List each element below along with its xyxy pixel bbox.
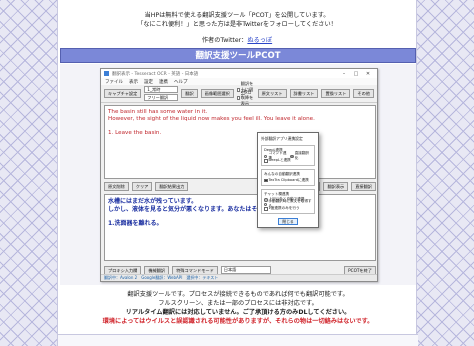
page-column: 当HPは無料で使える翻訳支援ツール「PCOT」を公開しています。 「なにこれ便利… [57, 0, 418, 346]
app-window: 翻訳表示 - Tesseract OCR - 英語 - 日本語 – □ ✕ ファ… [100, 68, 378, 282]
close-icon[interactable]: ✕ [362, 71, 374, 77]
menu-settings[interactable]: 設定 [144, 79, 153, 85]
textra-group: みんなの自動翻訳連携 TexTra Clipboardに連携 [261, 169, 315, 186]
intro-line-2: 「なにこれ便利！」と思った方は是非Twitterをフォローしてください！ [137, 21, 337, 28]
target-text-pane[interactable]: 水槽にはまだ水が残っています。 しかし、液体を見ると気分が悪くなります。あなたは… [104, 194, 376, 261]
show-second-label: 2枚目以降を表示 [240, 88, 254, 106]
show-second-box[interactable] [236, 95, 240, 100]
author-twitter-link[interactable]: ぬるっぽ [247, 37, 272, 44]
status-translating: 翻訳中：Avalon 2 [104, 275, 138, 280]
show-translation-button[interactable]: 翻訳表示 [323, 182, 349, 191]
deepl-command-radio[interactable] [264, 154, 268, 158]
chat-label: チャット欄連携 [264, 191, 290, 196]
capture-settings-button[interactable]: キャプチャ設定 [104, 89, 142, 98]
toolbar-checkboxes: 翻訳を上に固定 2枚目以降を表示 [236, 81, 255, 106]
chat-radio-2[interactable] [264, 202, 268, 206]
replace-list-button[interactable]: 置換リスト [321, 89, 351, 98]
textra-checkbox[interactable] [264, 178, 268, 182]
chat-option-3-label: 1度連携のみを行う [268, 206, 300, 211]
menu-help[interactable]: ヘルプ [174, 79, 188, 85]
deepl-group: DeepL連携 コマンド連携 直接翻訳化 DeepLと連携 [261, 145, 315, 166]
deepl-direct-label: 直接翻訳化 [294, 151, 310, 161]
author-prefix: 作者のTwitter： [201, 37, 248, 44]
dialog-title: 外部翻訳アプリ連携設定 [261, 136, 303, 141]
page-bottom-strip [58, 334, 418, 346]
status-google: Google翻訳：WebAPI [141, 275, 183, 280]
menu-link[interactable]: 連携 [159, 79, 168, 85]
external-app-dialog: 外部翻訳アプリ連携設定 DeepL連携 コマンド連携 直接翻訳化 DeepLと連… [257, 132, 319, 228]
output-result-button[interactable]: 翻訳結果出力 [155, 182, 189, 191]
screenshot-area: 翻訳表示 - Tesseract OCR - 英語 - 日本語 – □ ✕ ファ… [60, 64, 416, 285]
intro-block: 当HPは無料で使える翻訳支援ツール「PCOT」を公開しています。 「なにこれ便利… [58, 0, 416, 45]
chat-radio-1[interactable] [264, 198, 268, 202]
menu-view[interactable]: 表示 [129, 79, 138, 85]
menubar: ファイル 表示 設定 連携 ヘルプ [101, 78, 377, 85]
capture-area-button[interactable]: 画像範囲選択 [200, 89, 234, 98]
textra-checkbox-label: TexTra Clipboardに連携 [268, 177, 309, 182]
language-select[interactable]: 日本語 [220, 266, 271, 274]
source-line-3: 1. Leave the basin. [108, 130, 162, 136]
section-title: 翻訳支援ツールPCOT [60, 48, 416, 63]
outro-warning: 環境によってはウイルスと誤認識される可能性がありますが、それらの物は一切絡みはな… [102, 318, 374, 325]
source-line-2: However, the sight of the liquid now mak… [108, 116, 315, 122]
show-second-checkbox[interactable]: 2枚目以降を表示 [236, 89, 255, 106]
maximize-icon[interactable]: □ [350, 71, 362, 77]
direct-translate-button[interactable]: 直接翻訳 [351, 182, 376, 191]
window-titlebar: 翻訳表示 - Tesseract OCR - 英語 - 日本語 – □ ✕ [101, 69, 377, 78]
clear-button[interactable]: クリア [131, 182, 153, 191]
menu-file[interactable]: ファイル [105, 79, 123, 85]
author-line: 作者のTwitter：ぬるっぽ [58, 36, 416, 45]
toolbar: キャプチャ設定 1_常時 フリー翻訳 翻訳 画像範囲選択 翻訳を上に固定 2枚目… [101, 81, 377, 106]
source-text-pane[interactable]: The basin still has some water in it. Ho… [104, 105, 376, 179]
deepl-checkbox-label: DeepLと連携 [268, 158, 291, 163]
app-icon [104, 71, 109, 76]
outro-line-1: 翻訳支援ツールです。プロセスが接続できるものであれば何でも翻訳可能です。 [127, 291, 349, 298]
source-line-1: The basin still has some water in it. [108, 109, 208, 115]
middle-button-row: 原文削除 クリア 翻訳結果出力 原文表示 翻訳表示 直接翻訳 [104, 182, 376, 192]
mode-select-group: 1_常時 フリー翻訳 [144, 86, 179, 101]
status-selection: 選択中：テキスト [186, 275, 219, 280]
deepl-checkbox[interactable] [264, 159, 268, 163]
target-line-3: 1.洗面器を離れる。 [108, 220, 163, 227]
window-title: 翻訳表示 - Tesseract OCR - 英語 - 日本語 [112, 71, 199, 77]
chat-checkbox-3[interactable] [264, 207, 268, 211]
outro-line-2: フルスクリーン、または一部のプロセスには非対応です。 [158, 300, 318, 307]
chat-group: チャット欄連携 上記以外と自動で連携 手動翻訳時に原文を取得する 1度連携のみを… [261, 188, 315, 214]
target-line-2: しかし、液体を見ると気分が悪くなります。あなたはそれを放っておきます。 [108, 206, 317, 213]
status-bar: 翻訳中：Avalon 2 Google翻訳：WebAPI 選択中：テキスト [101, 274, 377, 281]
dialog-close-button[interactable]: 閉じる [278, 218, 298, 225]
mode-select[interactable]: 1_常時 [144, 86, 179, 93]
outro-line-3: リアルタイム翻訳には対応していません。ご了承頂ける方のみDLしてください。 [125, 309, 351, 316]
source-list-button[interactable]: 原文リスト [257, 89, 287, 98]
outro-block: 翻訳支援ツールです。プロセスが接続できるものであれば何でも翻訳可能です。 フルス… [58, 290, 418, 326]
pin-top-box[interactable] [236, 87, 240, 92]
target-line-1: 水槽にはまだ水が残っています。 [108, 198, 198, 205]
textra-checkbox-row[interactable]: TexTra Clipboardに連携 [264, 178, 312, 183]
dictionary-list-button[interactable]: 辞書リスト [289, 89, 319, 98]
translate-button[interactable]: 翻訳 [181, 89, 198, 98]
textra-label: みんなの自動翻訳連携 [264, 172, 300, 176]
mode-select-2[interactable]: フリー翻訳 [144, 94, 179, 101]
other-button[interactable]: その他 [353, 89, 374, 98]
intro-line-1: 当HPは無料で使える翻訳支援ツール「PCOT」を公開しています。 [144, 12, 330, 19]
minimize-icon[interactable]: – [338, 71, 350, 77]
delete-source-button[interactable]: 原文削除 [104, 182, 129, 191]
